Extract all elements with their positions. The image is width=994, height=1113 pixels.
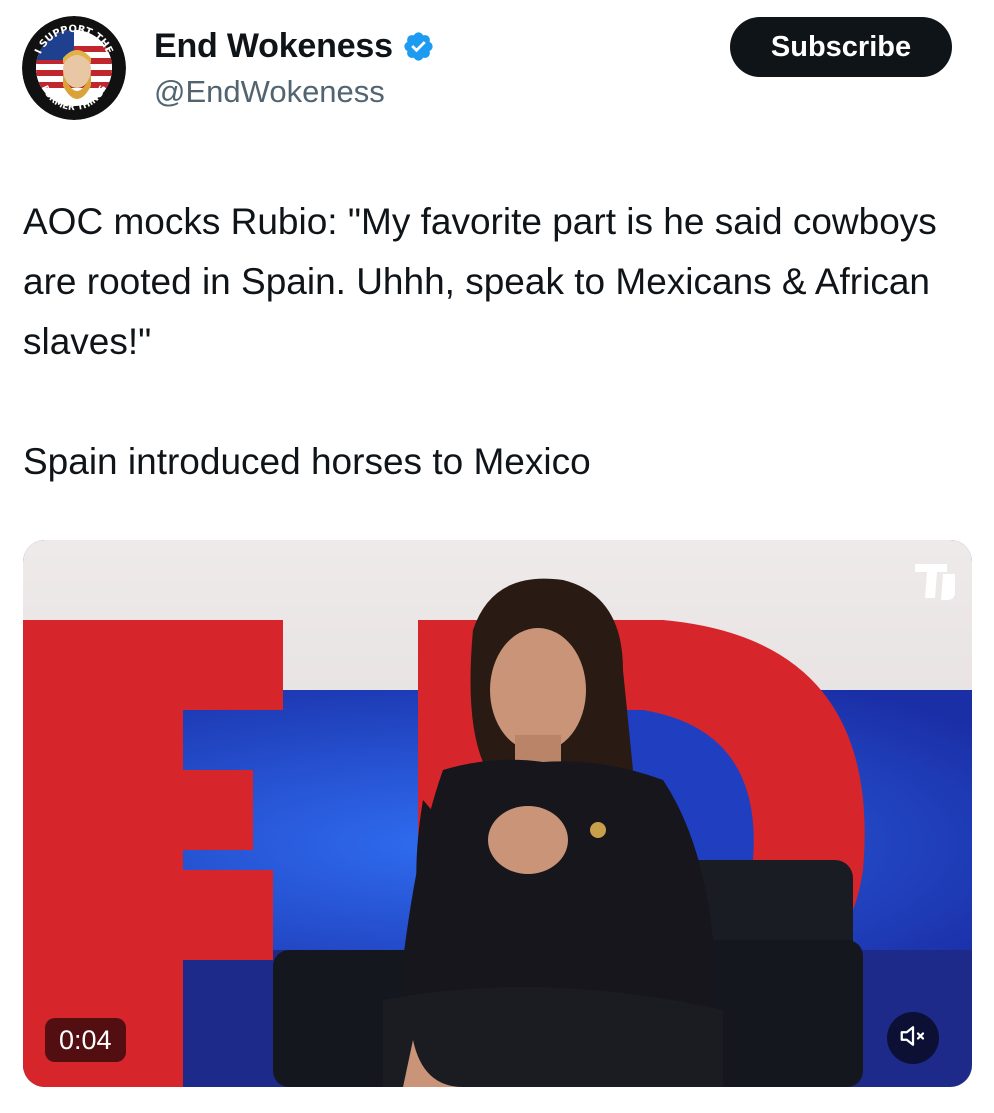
author-display-name[interactable]: End Wokeness bbox=[154, 27, 393, 66]
video-player[interactable]: 0:04 bbox=[23, 540, 972, 1087]
support-former-things-avatar-icon: I SUPPORT THE FORMER THINGS bbox=[22, 16, 126, 120]
author-avatar[interactable]: I SUPPORT THE FORMER THINGS bbox=[22, 16, 126, 120]
post-text-paragraph: AOC mocks Rubio: "My favorite part is he… bbox=[23, 201, 937, 362]
post-text: AOC mocks Rubio: "My favorite part is he… bbox=[23, 192, 963, 492]
mute-button[interactable] bbox=[887, 1012, 939, 1064]
video-frame-image bbox=[23, 540, 972, 1087]
post-text-paragraph: Spain introduced horses to Mexico bbox=[23, 441, 591, 482]
author-handle[interactable]: @EndWokeness bbox=[154, 74, 385, 110]
channel-logo-icon bbox=[911, 554, 963, 606]
subscribe-button[interactable]: Subscribe bbox=[730, 17, 952, 77]
verified-badge-icon[interactable] bbox=[402, 30, 435, 63]
video-timestamp: 0:04 bbox=[45, 1018, 126, 1062]
author-name-row: End Wokeness bbox=[154, 26, 435, 66]
speaker-muted-icon bbox=[898, 1021, 928, 1056]
